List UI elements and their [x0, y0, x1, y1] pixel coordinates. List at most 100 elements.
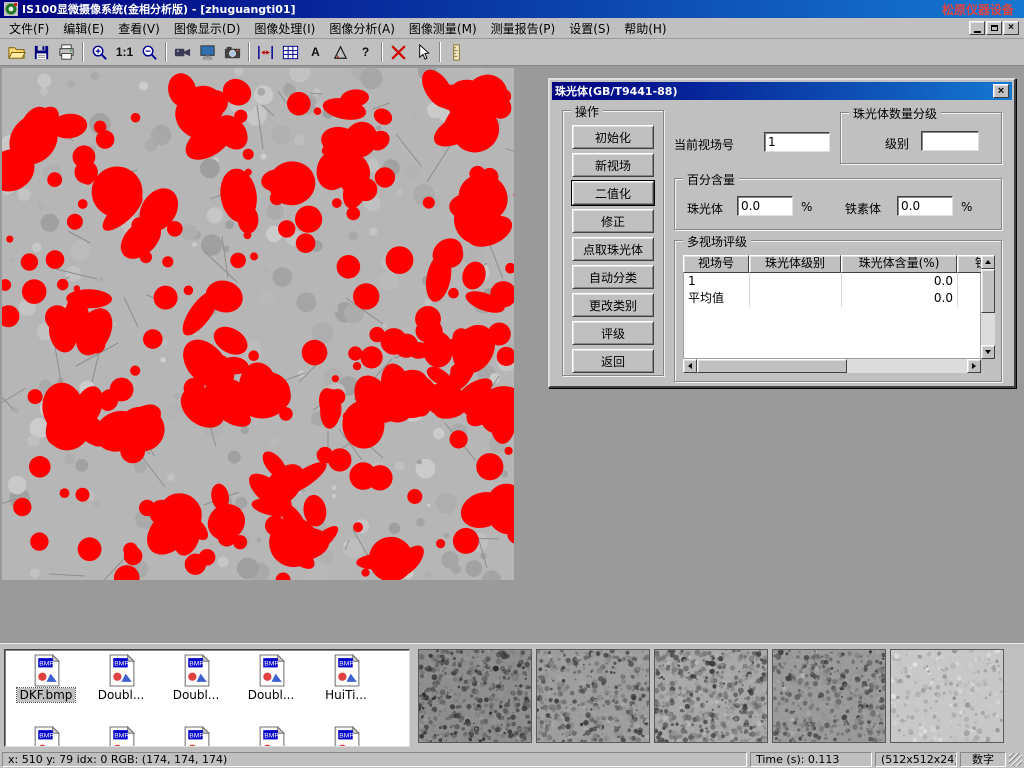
mdi-window-controls: × — [969, 21, 1022, 35]
ferrite-percent-input[interactable] — [897, 196, 953, 216]
column-header-content[interactable]: 珠光体含量(%) — [841, 255, 957, 273]
cell-level — [750, 290, 842, 307]
cell-level — [750, 273, 842, 290]
scroll-thumb[interactable] — [697, 359, 847, 373]
left-arrow-icon — [688, 363, 692, 369]
table-horizontal-scrollbar[interactable] — [683, 359, 981, 373]
menu-edit[interactable]: 编辑(E) — [56, 18, 111, 39]
menu-file[interactable]: 文件(F) — [2, 18, 56, 39]
open-file-button[interactable] — [4, 40, 29, 65]
level-label: 级别 — [885, 135, 909, 152]
new-field-button[interactable]: 新视场 — [572, 153, 654, 177]
bmp-file-icon — [105, 726, 138, 747]
actual-size-button[interactable]: 1:1 — [112, 40, 137, 65]
current-field-input[interactable] — [764, 132, 830, 152]
menu-image-analysis[interactable]: 图像分析(A) — [322, 18, 402, 39]
thumbnail[interactable] — [890, 649, 1004, 743]
column-header-level[interactable]: 珠光体级别 — [749, 255, 841, 273]
dialog-titlebar[interactable]: 珠光体(GB/T9441-88) × — [552, 82, 1012, 100]
return-button[interactable]: 返回 — [572, 349, 654, 373]
multifield-table: 视场号 珠光体级别 珠光体含量(%) 铁素 1 0.0 — [683, 255, 995, 373]
file-item[interactable] — [309, 726, 383, 747]
cell-field: 平均值 — [684, 290, 750, 307]
thumbnail[interactable] — [536, 649, 650, 743]
pick-pearlite-button[interactable]: 点取珠光体 — [572, 237, 654, 261]
file-item[interactable]: Doubl... — [234, 654, 308, 702]
bmp-file-icon — [105, 654, 138, 687]
grid-icon — [281, 43, 300, 62]
scroll-thumb[interactable] — [981, 269, 995, 313]
scroll-track[interactable] — [981, 269, 995, 345]
metallograph-image[interactable] — [2, 68, 514, 580]
cell-ferrite — [958, 290, 981, 307]
delete-measure-button[interactable] — [386, 40, 411, 65]
dialog-close-button[interactable]: × — [993, 84, 1009, 98]
menu-settings[interactable]: 设置(S) — [562, 18, 617, 39]
caliper-measure-button[interactable] — [253, 40, 278, 65]
column-header-field[interactable]: 视场号 — [683, 255, 749, 273]
snapshot-button[interactable] — [220, 40, 245, 65]
caliper-icon — [256, 43, 275, 62]
save-button[interactable] — [29, 40, 54, 65]
change-class-button[interactable]: 更改类别 — [572, 293, 654, 317]
grid-measure-button[interactable] — [278, 40, 303, 65]
table-row[interactable]: 平均值 0.0 — [684, 290, 980, 307]
bmp-file-icon — [330, 654, 363, 687]
resize-grip[interactable] — [1009, 753, 1022, 766]
printer-icon — [57, 43, 76, 62]
pointer-button[interactable] — [411, 40, 436, 65]
scroll-left-button[interactable] — [683, 359, 697, 373]
file-item[interactable]: Doubl... — [84, 654, 158, 702]
menu-report[interactable]: 测量报告(P) — [484, 18, 563, 39]
monitor-icon — [198, 43, 217, 62]
level-input[interactable] — [921, 131, 979, 151]
correct-button[interactable]: 修正 — [572, 209, 654, 233]
table-row[interactable]: 1 0.0 — [684, 273, 980, 290]
annotate-text-button[interactable]: A — [303, 40, 328, 65]
minimize-icon — [974, 31, 981, 33]
menu-help[interactable]: 帮助(H) — [617, 18, 673, 39]
bmp-file-icon — [255, 654, 288, 687]
thumbnail[interactable] — [772, 649, 886, 743]
pearlite-percent-input[interactable] — [737, 196, 793, 216]
auto-classify-button[interactable]: 自动分类 — [572, 265, 654, 289]
scroll-track[interactable] — [697, 359, 967, 373]
column-header-ferrite[interactable]: 铁素 — [957, 255, 981, 273]
scroll-right-button[interactable] — [967, 359, 981, 373]
right-arrow-icon — [972, 363, 976, 369]
menu-view[interactable]: 查看(V) — [111, 18, 167, 39]
file-item[interactable] — [159, 726, 233, 747]
file-item[interactable]: Doubl... — [159, 654, 233, 702]
file-item[interactable] — [234, 726, 308, 747]
scroll-up-button[interactable] — [981, 255, 995, 269]
menu-image-measure[interactable]: 图像测量(M) — [402, 18, 484, 39]
menu-image-display[interactable]: 图像显示(D) — [167, 18, 248, 39]
scroll-down-button[interactable] — [981, 345, 995, 359]
video-source-button[interactable] — [170, 40, 195, 65]
file-item[interactable] — [84, 726, 158, 747]
table-vertical-scrollbar[interactable] — [981, 255, 995, 359]
menu-image-processing[interactable]: 图像处理(I) — [247, 18, 322, 39]
angle-measure-button[interactable] — [328, 40, 353, 65]
mdi-restore-button[interactable] — [986, 21, 1002, 35]
initialize-button[interactable]: 初始化 — [572, 125, 654, 149]
thumbnail[interactable] — [654, 649, 768, 743]
zoom-out-button[interactable] — [137, 40, 162, 65]
live-display-button[interactable] — [195, 40, 220, 65]
mdi-close-button[interactable]: × — [1003, 21, 1019, 35]
thumbnail[interactable] — [418, 649, 532, 743]
file-item[interactable]: HuiTi... — [309, 654, 383, 702]
file-label: HuiTi... — [322, 688, 370, 702]
file-item[interactable] — [9, 726, 83, 747]
app-icon — [4, 2, 18, 16]
rate-button[interactable]: 评级 — [572, 321, 654, 345]
mdi-minimize-button[interactable] — [969, 21, 985, 35]
scale-ruler-button[interactable] — [444, 40, 469, 65]
zoom-in-button[interactable] — [87, 40, 112, 65]
bmp-file-icon — [330, 726, 363, 747]
video-camera-icon — [173, 43, 192, 62]
binarize-button[interactable]: 二值化 — [572, 181, 654, 205]
help-button[interactable]: ? — [353, 40, 378, 65]
file-item[interactable]: DKF.bmp — [9, 654, 83, 702]
print-button[interactable] — [54, 40, 79, 65]
